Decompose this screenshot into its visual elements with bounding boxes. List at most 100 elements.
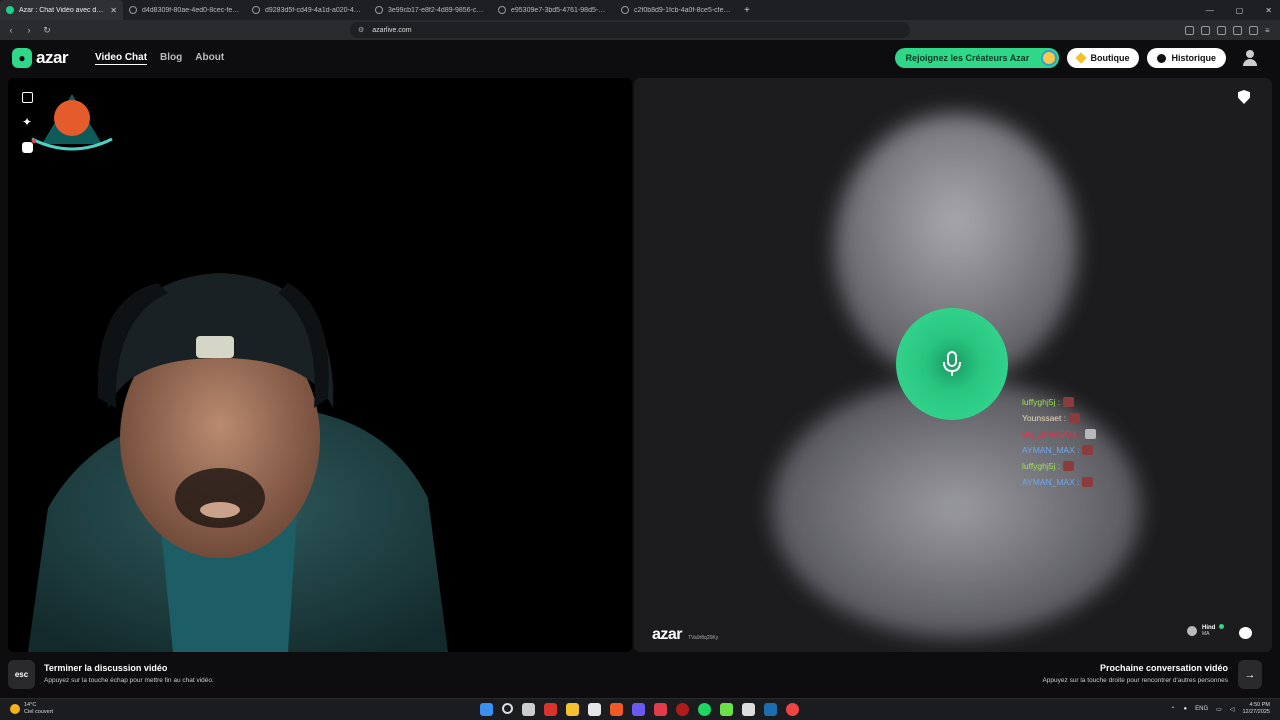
extension-icon[interactable] — [1249, 25, 1258, 35]
minimize-icon[interactable]: — — [1206, 6, 1214, 15]
chat-message: AYMAN_MAX : — [1022, 444, 1096, 456]
azar-watermark: azar TVa9r8q20Ky — [652, 626, 718, 644]
close-tab-icon[interactable]: ✕ — [110, 6, 117, 15]
network-icon[interactable]: ▭ — [1216, 706, 1222, 713]
app-icon[interactable] — [676, 703, 689, 716]
chat-message: luffyghj5j : — [1022, 396, 1096, 408]
nav-video-chat[interactable]: Video Chat — [95, 52, 147, 63]
tab-title: 3e99cb17-e8f2-4d89-9856-cbb91df — [388, 6, 486, 14]
url-text: azarlive.com — [372, 26, 412, 34]
gem-icon — [1075, 52, 1088, 64]
globe-icon — [498, 6, 506, 14]
watermark-logo: azar — [652, 626, 683, 643]
watermark-id: TVa9r8q20Ky — [688, 635, 719, 641]
address-bar[interactable]: ⚙ azarlive.com — [350, 22, 910, 38]
spotify-icon[interactable] — [698, 703, 711, 716]
language-indicator[interactable]: ENG — [1195, 706, 1208, 712]
extension-icon[interactable] — [1217, 25, 1226, 35]
gift-icon — [1085, 429, 1096, 439]
chat-username: luffyghj5j : — [1022, 397, 1061, 407]
join-creators-button[interactable]: Rejoignez les Créateurs Azar — [895, 48, 1060, 68]
microphone-icon — [943, 351, 961, 376]
gift-icon — [1063, 461, 1075, 471]
clock-icon — [1157, 53, 1167, 63]
weather-widget[interactable]: 14°C Ciel couvert — [10, 702, 53, 716]
close-window-icon[interactable]: ✕ — [1265, 6, 1272, 15]
os-taskbar: 14°C Ciel couvert ⌃ ● ENG ▭ ◁ 4:50 PM 12… — [0, 698, 1280, 720]
next-chat-hint: Appuyez sur la touche droite pour rencon… — [1042, 677, 1228, 684]
verified-icon — [1219, 624, 1224, 629]
local-camera-feed — [28, 94, 448, 652]
tab-title: d4d8309f-80ae-4ed0-8cec-fe9942e0 — [142, 6, 240, 14]
file-explorer-icon[interactable] — [566, 703, 579, 716]
sparkle-effects-icon[interactable]: ✦ — [22, 116, 33, 128]
tab-azar[interactable]: Azar : Chat Vidéo avec de no ✕ — [0, 0, 123, 20]
volume-icon[interactable]: ◁ — [1230, 706, 1235, 713]
extension-icon[interactable] — [1233, 25, 1242, 35]
weather-desc: Ciel couvert — [24, 709, 54, 715]
chat-message: luffyghj5j : — [1022, 460, 1096, 472]
site-info-icon[interactable]: ⚙ — [358, 26, 364, 34]
store-icon[interactable] — [588, 703, 601, 716]
time: 4:50 PM — [1249, 702, 1270, 708]
app-icon[interactable] — [654, 703, 667, 716]
globe-icon — [621, 6, 629, 14]
end-chat-key-button[interactable]: esc — [8, 660, 35, 689]
maximize-icon[interactable]: ▢ — [1236, 6, 1244, 15]
globe-icon — [129, 6, 137, 14]
chat-message: AYMAN_MAX : — [1022, 476, 1096, 488]
back-icon[interactable]: ‹ — [4, 25, 18, 35]
chat-username: AYMAN_MAX : — [1022, 477, 1080, 487]
tab-title: d9283d5f-cd49-4a1d-a020-4db20fc — [265, 6, 363, 14]
extension-icon[interactable] — [1185, 25, 1194, 35]
search-icon[interactable] — [502, 703, 513, 714]
peer-info[interactable]: Hind MA — [1186, 624, 1224, 637]
taskbar-apps — [480, 703, 799, 716]
reload-icon[interactable]: ↻ — [40, 25, 54, 36]
tab-title: e95309e7-3bd5-4761-98d5-1da6b8 — [511, 6, 609, 14]
menu-icon[interactable]: ≡ — [1265, 26, 1274, 35]
tab-item[interactable]: d9283d5f-cd49-4a1d-a020-4db20fc — [246, 0, 369, 20]
app-header: ● azar Video Chat Blog About Rejoignez l… — [0, 40, 1280, 78]
extension-icon[interactable] — [1201, 25, 1210, 35]
steam-icon[interactable] — [764, 703, 777, 716]
task-view-icon[interactable] — [522, 703, 535, 716]
screen: Azar : Chat Vidéo avec de no ✕ d4d8309f-… — [0, 0, 1280, 720]
extensions-area: ≡ — [1185, 22, 1274, 38]
history-button[interactable]: Historique — [1147, 48, 1226, 68]
chat-overlay: luffyghj5j : Younssaet : BG_3IMADOX : AY… — [1022, 396, 1096, 488]
app-icon[interactable] — [544, 703, 557, 716]
tab-item[interactable]: 3e99cb17-e8f2-4d89-9856-cbb91df — [369, 0, 492, 20]
next-chat-button[interactable]: → — [1238, 660, 1262, 689]
peer-avatar — [1186, 625, 1197, 636]
app-icon[interactable] — [786, 703, 799, 716]
end-chat-hint: Appuyez sur la touche échap pour mettre … — [44, 677, 214, 684]
microphone-button[interactable] — [896, 308, 1008, 420]
next-chat-info: Prochaine conversation vidéo Appuyez sur… — [1042, 663, 1228, 684]
chat-username: BG_3IMADOX : — [1022, 429, 1082, 439]
azar-logo[interactable]: ● azar — [12, 48, 69, 68]
clock[interactable]: 4:50 PM 12/27/2025 — [1242, 702, 1270, 716]
shop-button[interactable]: Boutique — [1067, 48, 1140, 68]
tab-item[interactable]: c2f0b8d9-1fcb-4a0f-8ce5-cfef44d6 — [615, 0, 738, 20]
profile-icon[interactable] — [1242, 50, 1258, 66]
chat-bubble-icon[interactable] — [1239, 627, 1252, 639]
temperature: 14°C — [24, 702, 37, 708]
globe-icon — [252, 6, 260, 14]
camera-flip-icon[interactable] — [22, 92, 33, 103]
app-icon[interactable] — [632, 703, 645, 716]
forward-icon[interactable]: › — [22, 25, 36, 35]
app-icon[interactable] — [742, 703, 755, 716]
mic-tray-icon[interactable]: ● — [1184, 706, 1188, 712]
emoji-icon[interactable] — [22, 139, 36, 153]
nav-about[interactable]: About — [195, 52, 224, 63]
nav-blog[interactable]: Blog — [160, 52, 182, 63]
tab-item[interactable]: d4d8309f-80ae-4ed0-8cec-fe9942e0 — [123, 0, 246, 20]
windows-start-icon[interactable] — [480, 703, 493, 716]
chevron-up-icon[interactable]: ⌃ — [1171, 706, 1176, 713]
app-icon[interactable] — [720, 703, 733, 716]
brave-browser-icon[interactable] — [610, 703, 623, 716]
tab-item[interactable]: e95309e7-3bd5-4761-98d5-1da6b8 — [492, 0, 615, 20]
weather-sun-icon — [10, 704, 20, 714]
new-tab-button[interactable]: + — [744, 5, 750, 16]
